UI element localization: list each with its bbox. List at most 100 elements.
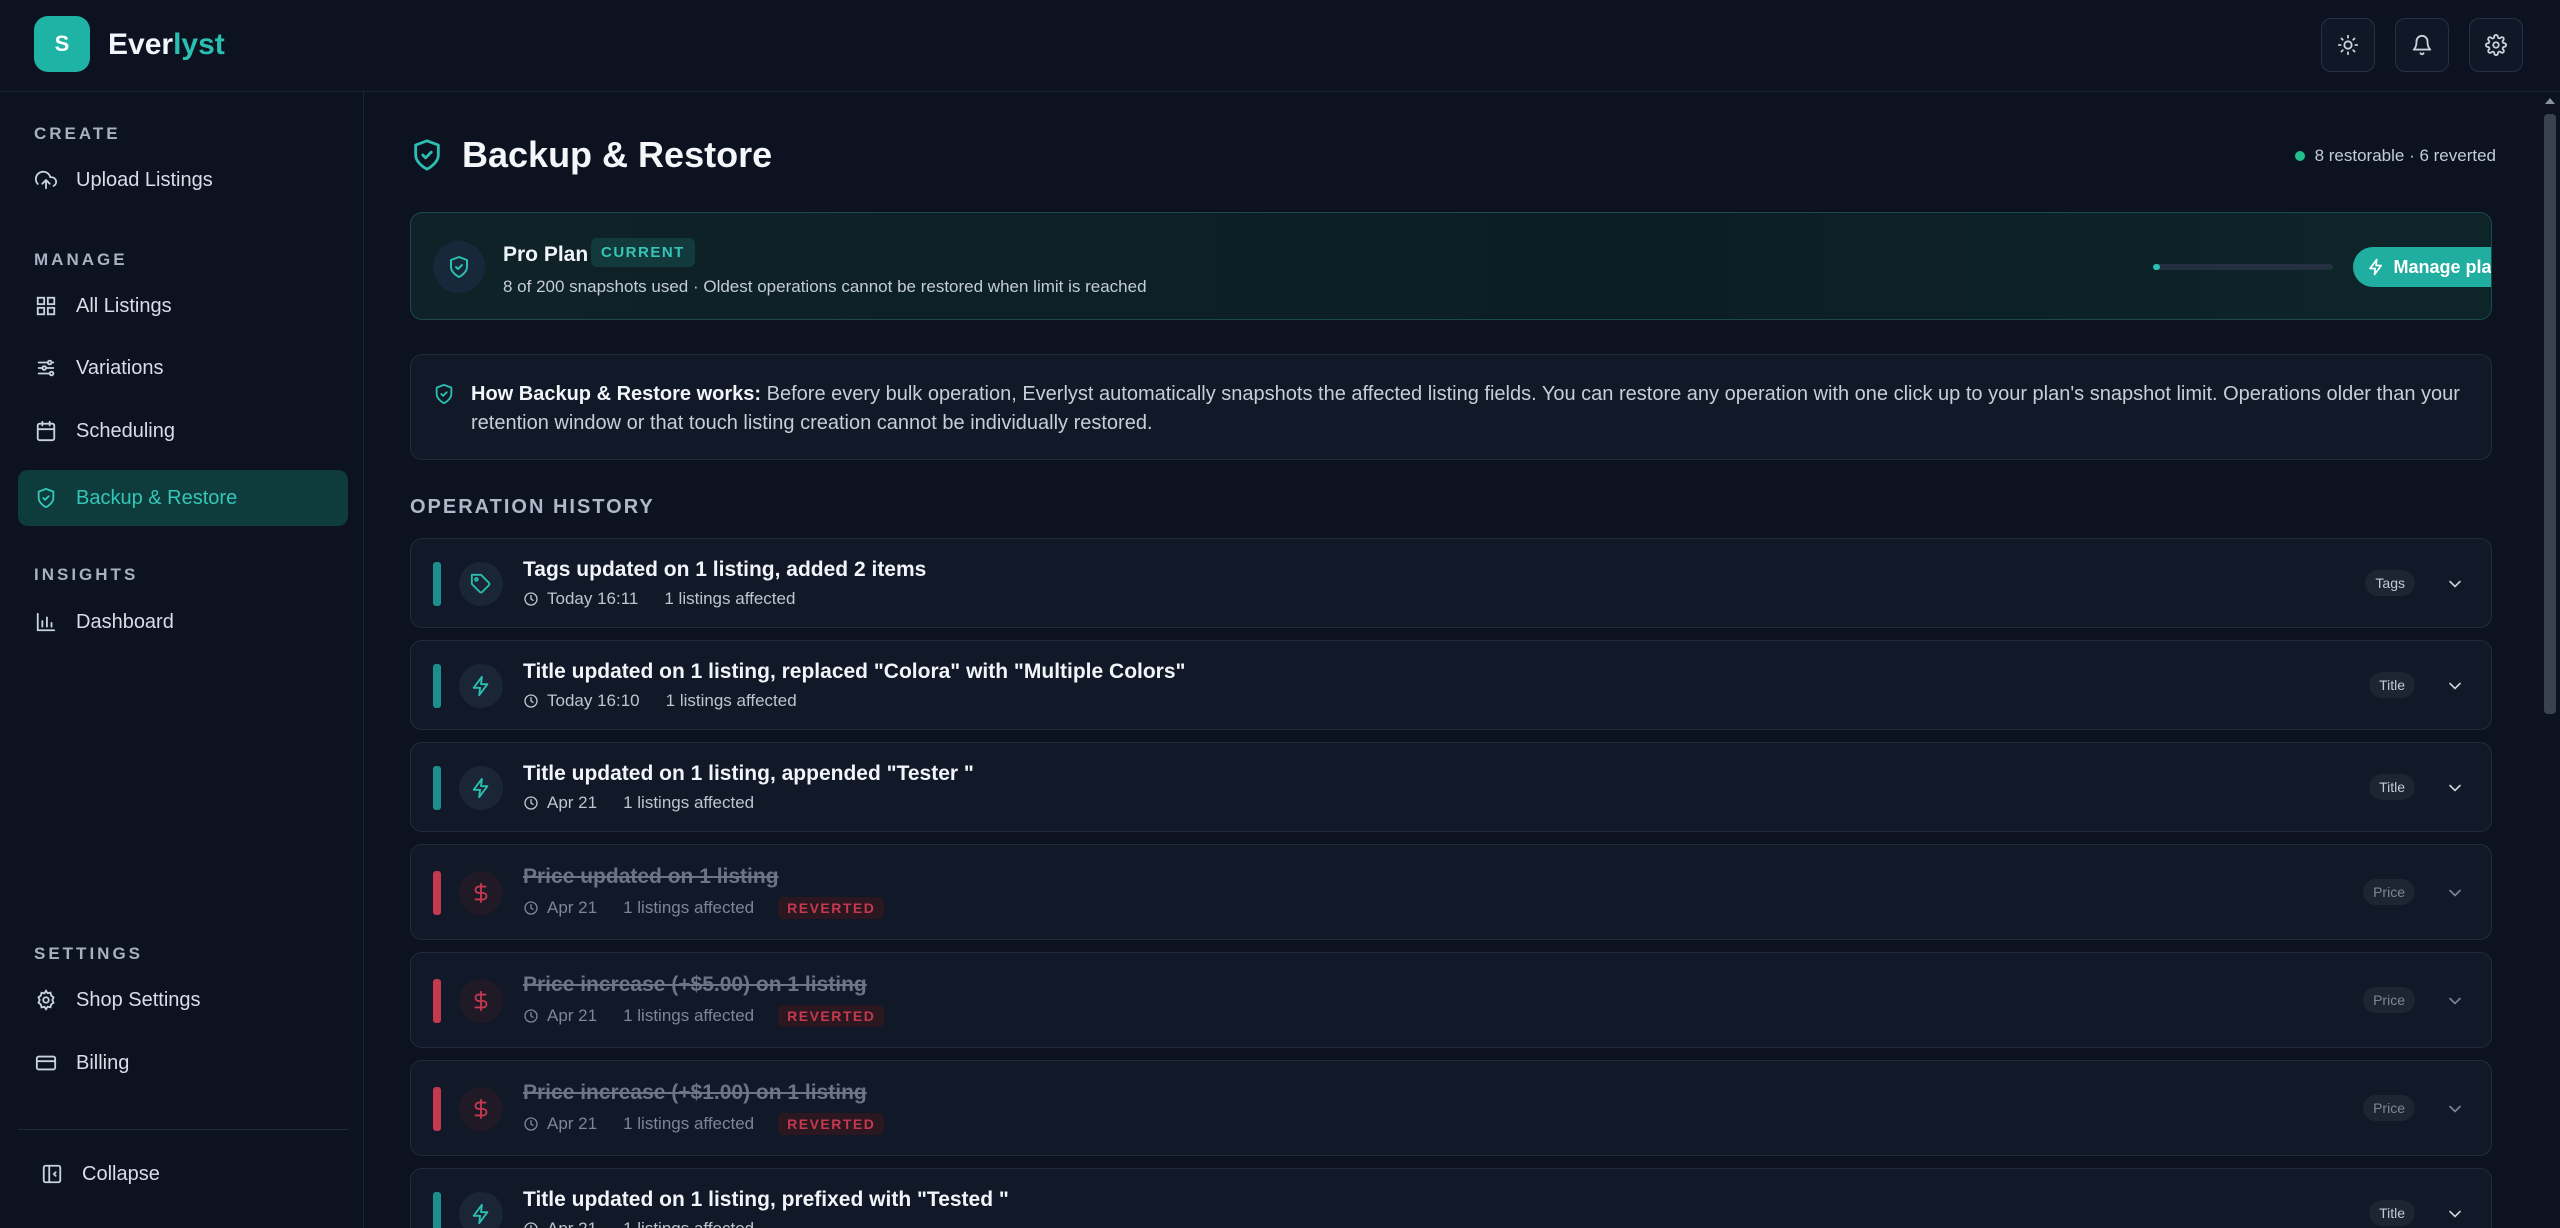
operation-title: Price increase (+$5.00) on 1 listing xyxy=(523,973,867,996)
sidebar-section-insights: INSIGHTS xyxy=(34,565,139,584)
shield-check-icon xyxy=(34,486,58,510)
clock-icon xyxy=(523,1221,539,1228)
chevron-down-icon[interactable] xyxy=(2445,574,2465,594)
operation-time: Apr 21 xyxy=(547,898,598,917)
operation-accent-bar xyxy=(433,766,441,810)
sidebar-item-dashboard[interactable]: Dashboard xyxy=(18,594,348,650)
clock-icon xyxy=(523,591,539,607)
chevron-down-icon[interactable] xyxy=(2445,883,2465,903)
sidebar-item-backup-restore[interactable]: Backup & Restore xyxy=(18,470,348,526)
clock-icon xyxy=(523,1116,539,1132)
sidebar-section-manage: MANAGE xyxy=(34,250,128,269)
operation-row[interactable]: Price increase (+$1.00) on 1 listing Apr … xyxy=(410,1060,2492,1156)
credit-card-icon xyxy=(34,1051,58,1075)
sidebar-item-label: Scheduling xyxy=(76,419,175,442)
scrollbar[interactable] xyxy=(2540,92,2560,1228)
chevron-down-icon[interactable] xyxy=(2445,1204,2465,1224)
operation-title: Tags updated on 1 listing, added 2 items xyxy=(523,558,927,581)
main-content: Backup & Restore 8 restorable · 6 revert… xyxy=(364,92,2560,1228)
collapse-sidebar-button[interactable]: Collapse xyxy=(24,1146,354,1202)
manage-plan-button[interactable]: Manage plan xyxy=(2353,247,2492,287)
plan-usage-bar xyxy=(2153,264,2333,270)
operation-meta: Apr 21 1 listings affected xyxy=(523,793,754,813)
plan-usage-text: 8 of 200 snapshots used · Oldest operati… xyxy=(503,277,1147,296)
operation-time: Apr 21 xyxy=(547,793,598,812)
operation-history-title: OPERATION HISTORY xyxy=(410,496,655,518)
bolt-icon xyxy=(459,766,503,810)
operation-time: Apr 21 xyxy=(547,1006,598,1025)
clock-icon xyxy=(523,795,539,811)
operation-type-tag: Price xyxy=(2363,987,2415,1013)
operation-row[interactable]: Price updated on 1 listing Apr 21 1 listin… xyxy=(410,844,2492,940)
operation-meta: Apr 21 1 listings affected REVERTED xyxy=(523,1005,885,1027)
operation-row[interactable]: Price increase (+$5.00) on 1 listing Apr … xyxy=(410,952,2492,1048)
scrollbar-thumb[interactable] xyxy=(2544,114,2556,714)
operation-time: Apr 21 xyxy=(547,1219,597,1228)
operation-type-tag: Price xyxy=(2363,1095,2415,1121)
operation-type-tag: Tags xyxy=(2365,570,2415,596)
reverted-badge: REVERTED xyxy=(778,1005,885,1027)
plan-usage-bar-fill xyxy=(2153,264,2161,270)
sliders-icon xyxy=(34,356,58,380)
operation-time: Today 16:10 xyxy=(547,691,640,710)
plan-icon xyxy=(433,241,485,293)
operation-row[interactable]: Title updated on 1 listing, prefixed wit… xyxy=(410,1168,2492,1228)
notifications-button[interactable] xyxy=(2395,18,2449,72)
shield-check-icon xyxy=(410,138,444,172)
operation-type-tag: Title xyxy=(2369,672,2415,698)
sidebar-item-upload-listings[interactable]: Upload Listings xyxy=(18,152,348,208)
sidebar-item-scheduling[interactable]: Scheduling xyxy=(18,403,348,459)
grid-icon xyxy=(34,294,58,318)
sidebar-item-label: Shop Settings xyxy=(76,988,201,1011)
sidebar-item-shop-settings[interactable]: Shop Settings xyxy=(18,972,348,1028)
reverted-badge: REVERTED xyxy=(778,897,885,919)
operation-affected: 1 listings affected xyxy=(623,1114,755,1133)
operation-meta: Today 16:11 1 listings affected xyxy=(523,589,795,609)
operation-title: Title updated on 1 listing, prefixed wit… xyxy=(523,1188,1009,1211)
shield-check-icon xyxy=(433,383,455,405)
operation-title: Title updated on 1 listing, replaced "Co… xyxy=(523,660,1186,683)
operation-affected: 1 listings affected xyxy=(623,1006,755,1025)
info-card: How Backup & Restore works: Before every… xyxy=(410,354,2492,460)
chevron-down-icon[interactable] xyxy=(2445,676,2465,696)
bar-chart-icon xyxy=(34,610,58,634)
manage-plan-label: Manage plan xyxy=(2393,256,2492,277)
chevron-down-icon[interactable] xyxy=(2445,1099,2465,1119)
operation-accent-bar xyxy=(433,562,441,606)
scroll-up-arrow-icon[interactable] xyxy=(2544,96,2556,106)
reverted-badge: REVERTED xyxy=(778,1113,885,1135)
shield-check-icon xyxy=(447,255,471,279)
operation-row[interactable]: Title updated on 1 listing, appended "Te… xyxy=(410,742,2492,832)
bell-icon xyxy=(2411,34,2433,56)
brand-accent: lyst xyxy=(173,28,225,61)
clock-icon xyxy=(523,1008,539,1024)
sidebar-item-variations[interactable]: Variations xyxy=(18,340,348,396)
upload-cloud-icon xyxy=(34,168,58,192)
sidebar-item-label: Billing xyxy=(76,1051,130,1074)
bolt-icon xyxy=(459,664,503,708)
chevron-down-icon[interactable] xyxy=(2445,991,2465,1011)
clock-icon xyxy=(523,900,539,916)
operation-type-tag: Price xyxy=(2363,879,2415,905)
sidebar-section-create: CREATE xyxy=(34,124,121,143)
operation-type-tag: Title xyxy=(2369,1200,2415,1226)
logo-avatar[interactable]: S xyxy=(34,16,90,72)
operation-title: Title updated on 1 listing, appended "Te… xyxy=(523,762,974,785)
chevron-down-icon[interactable] xyxy=(2445,778,2465,798)
calendar-icon xyxy=(34,419,58,443)
collapse-label: Collapse xyxy=(82,1162,160,1185)
operation-row[interactable]: Tags updated on 1 listing, added 2 items… xyxy=(410,538,2492,628)
restore-status: 8 restorable · 6 reverted xyxy=(2294,146,2496,166)
theme-toggle-button[interactable] xyxy=(2321,18,2375,72)
dollar-icon xyxy=(459,871,503,915)
operation-affected: 1 listings affected xyxy=(623,793,755,812)
settings-button[interactable] xyxy=(2469,18,2523,72)
gear-icon xyxy=(2485,34,2507,56)
sidebar-item-billing[interactable]: Billing xyxy=(18,1035,348,1091)
top-bar: S Everlyst xyxy=(0,0,2560,92)
clock-icon xyxy=(523,693,539,709)
sun-icon xyxy=(2337,34,2359,56)
operation-row[interactable]: Title updated on 1 listing, replaced "Co… xyxy=(410,640,2492,730)
operation-time: Apr 21 xyxy=(547,1114,598,1133)
sidebar-item-all-listings[interactable]: All Listings xyxy=(18,278,348,334)
